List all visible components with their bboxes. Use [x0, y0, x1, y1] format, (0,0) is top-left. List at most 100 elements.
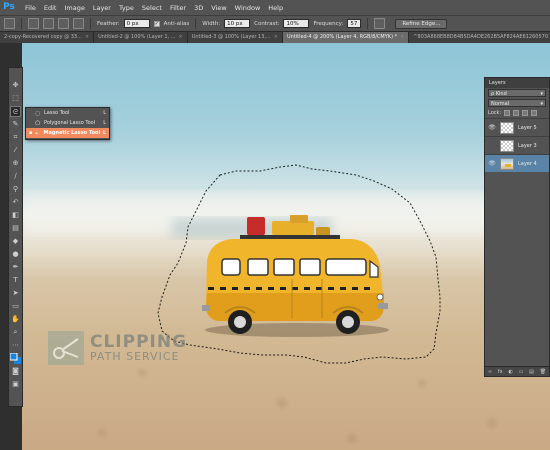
chevron-down-icon: ▾	[540, 91, 543, 97]
clone-stamp-tool-icon[interactable]: ⚲	[10, 184, 21, 195]
close-icon[interactable]: ×	[274, 34, 278, 40]
document-tab[interactable]: 2-copy-Recovered copy @ 33... ×	[0, 32, 95, 43]
add-mask-icon[interactable]: ▭	[519, 369, 524, 375]
width-input[interactable]: 10 px	[224, 19, 251, 28]
eyedropper-tool-icon[interactable]: ⁄	[10, 145, 21, 156]
document-canvas[interactable]	[22, 43, 550, 450]
new-selection-icon[interactable]	[28, 18, 39, 29]
layers-panel: Layers ρ Kind ▾ Normal ▾ Lock: 👁 Layer 5 L…	[484, 77, 550, 377]
new-layer-icon[interactable]: ▤	[529, 369, 534, 375]
blur-tool-icon[interactable]: ◆	[10, 236, 21, 247]
zoom-tool-icon[interactable]: ⌕	[10, 327, 21, 338]
add-selection-icon[interactable]	[43, 18, 54, 29]
link-layers-icon[interactable]: ∞	[488, 369, 492, 375]
document-tab[interactable]: Untitled-2 @ 100% (Layer 1, ... ×	[94, 32, 188, 43]
pen-tool-icon[interactable]: ✒	[10, 262, 21, 273]
gradient-tool-icon[interactable]: ▤	[10, 223, 21, 234]
blend-mode-select[interactable]: Normal ▾	[488, 99, 546, 107]
layer-row[interactable]: Layer 3	[485, 136, 549, 154]
refine-edge-button[interactable]: Refine Edge...	[395, 18, 448, 29]
contrast-input[interactable]: 10%	[283, 19, 310, 28]
layer-style-icon[interactable]: fx	[498, 369, 503, 375]
menu-3d[interactable]: 3D	[190, 4, 207, 12]
quick-mask-icon[interactable]: ◙	[10, 366, 21, 377]
menu-view[interactable]: View	[207, 4, 230, 12]
more-tools-icon[interactable]: ⋯	[10, 340, 21, 351]
lock-position-icon[interactable]	[522, 110, 529, 116]
menu-item-label: Lasso Tool	[44, 110, 70, 116]
quick-selection-tool-icon[interactable]: ✎	[10, 119, 21, 130]
contrast-label: Contrast:	[254, 20, 280, 27]
close-icon[interactable]: ×	[400, 34, 404, 40]
tab-label: Untitled-4 @ 200% (Layer 4, RGB/8/CMYK) …	[286, 34, 398, 40]
watermark-logo	[48, 331, 84, 365]
close-icon[interactable]: ×	[85, 34, 89, 40]
menu-filter[interactable]: Filter	[166, 4, 190, 12]
layer-name: Layer 5	[518, 124, 537, 131]
path-selection-tool-icon[interactable]: ➤	[10, 288, 21, 299]
photoshop-logo: Ps	[3, 2, 15, 12]
menu-image[interactable]: Image	[60, 4, 88, 12]
divider	[90, 18, 91, 29]
menu-item-magnetic-lasso[interactable]: ▪ ⌁ Magnetic Lasso Tool L	[26, 128, 109, 138]
tool-preset-icon[interactable]	[4, 18, 15, 29]
shortcut-key: L	[102, 130, 106, 136]
antialias-checkbox[interactable]: ✓	[153, 20, 160, 27]
adjustment-layer-icon[interactable]: ◐	[508, 369, 512, 375]
menu-bar: Ps File Edit Image Layer Type Select Fil…	[0, 0, 550, 15]
screen-mode-icon[interactable]: ▣	[10, 379, 21, 390]
lock-pixels-icon[interactable]	[513, 110, 520, 116]
menu-file[interactable]: File	[21, 4, 40, 12]
dodge-tool-icon[interactable]: ●	[10, 249, 21, 260]
history-brush-tool-icon[interactable]: ↶	[10, 197, 21, 208]
brush-tool-icon[interactable]: ∕	[10, 171, 21, 182]
menu-item-lasso[interactable]: ◌ Lasso Tool L	[26, 108, 109, 118]
watermark: CLIPPING PATH SERVICE	[48, 331, 187, 365]
document-tab-active[interactable]: Untitled-4 @ 200% (Layer 4, RGB/8/CMYK) …	[282, 32, 410, 43]
visibility-eye-icon[interactable]: 👁	[488, 124, 496, 131]
close-icon[interactable]: ×	[179, 34, 183, 40]
lock-all-icon[interactable]	[531, 110, 538, 116]
menu-help[interactable]: Help	[264, 4, 287, 12]
frequency-input[interactable]: 57	[347, 19, 362, 28]
feather-input[interactable]: 0 px	[123, 19, 150, 28]
layer-filter-select[interactable]: ρ Kind ▾	[488, 89, 546, 97]
document-tab[interactable]: Untitled-3 @ 100% (Layer 13,... ×	[187, 32, 283, 43]
intersect-selection-icon[interactable]	[73, 18, 84, 29]
crop-tool-icon[interactable]: ⌗	[10, 132, 21, 143]
shape-tool-icon[interactable]: ▭	[10, 301, 21, 312]
scissors-icon	[48, 331, 84, 365]
pen-pressure-icon[interactable]	[374, 18, 386, 29]
layer-filter-row: ρ Kind ▾	[485, 88, 549, 98]
eraser-tool-icon[interactable]: ◧	[10, 210, 21, 221]
layer-row-selected[interactable]: 👁 Layer 4	[485, 154, 549, 172]
menu-select[interactable]: Select	[138, 4, 166, 12]
trash-icon[interactable]: 🗑	[540, 369, 546, 375]
color-swatches-icon[interactable]	[9, 352, 21, 364]
lasso-icon: ◌	[35, 109, 41, 117]
layer-row[interactable]: 👁 Layer 5	[485, 118, 549, 136]
move-tool-icon[interactable]: ✥	[10, 80, 21, 91]
menu-item-label: Magnetic Lasso Tool	[43, 130, 101, 136]
visibility-eye-icon[interactable]: 👁	[488, 160, 496, 167]
type-tool-icon[interactable]: T	[10, 275, 21, 286]
menu-type[interactable]: Type	[115, 4, 138, 12]
document-tab[interactable]: ^803A868EB8D84B5DA4DE262B5AF824AE6126057…	[409, 32, 550, 43]
healing-brush-tool-icon[interactable]: ⊕	[10, 158, 21, 169]
menu-edit[interactable]: Edit	[40, 4, 61, 12]
lasso-tool-icon[interactable]: ᘓ	[10, 106, 21, 117]
polygonal-lasso-icon: ⬠	[35, 119, 41, 127]
layers-panel-tab[interactable]: Layers	[485, 78, 549, 88]
filter-value: ρ Kind	[491, 91, 507, 97]
menu-window[interactable]: Window	[231, 4, 265, 12]
hand-tool-icon[interactable]: ✋	[10, 314, 21, 325]
menu-layer[interactable]: Layer	[89, 4, 115, 12]
watermark-text: CLIPPING PATH SERVICE	[90, 333, 187, 363]
marquee-tool-icon[interactable]: ⬚	[10, 93, 21, 104]
menu-item-polygonal-lasso[interactable]: ⬠ Polygonal Lasso Tool L	[26, 118, 109, 128]
subtract-selection-icon[interactable]	[58, 18, 69, 29]
lasso-tool-menu: ◌ Lasso Tool L ⬠ Polygonal Lasso Tool L …	[25, 107, 110, 140]
lock-transparent-icon[interactable]	[504, 110, 511, 116]
options-bar: Feather: 0 px ✓ Anti-alias Width: 10 px …	[0, 15, 550, 32]
layer-thumbnail	[500, 139, 514, 152]
